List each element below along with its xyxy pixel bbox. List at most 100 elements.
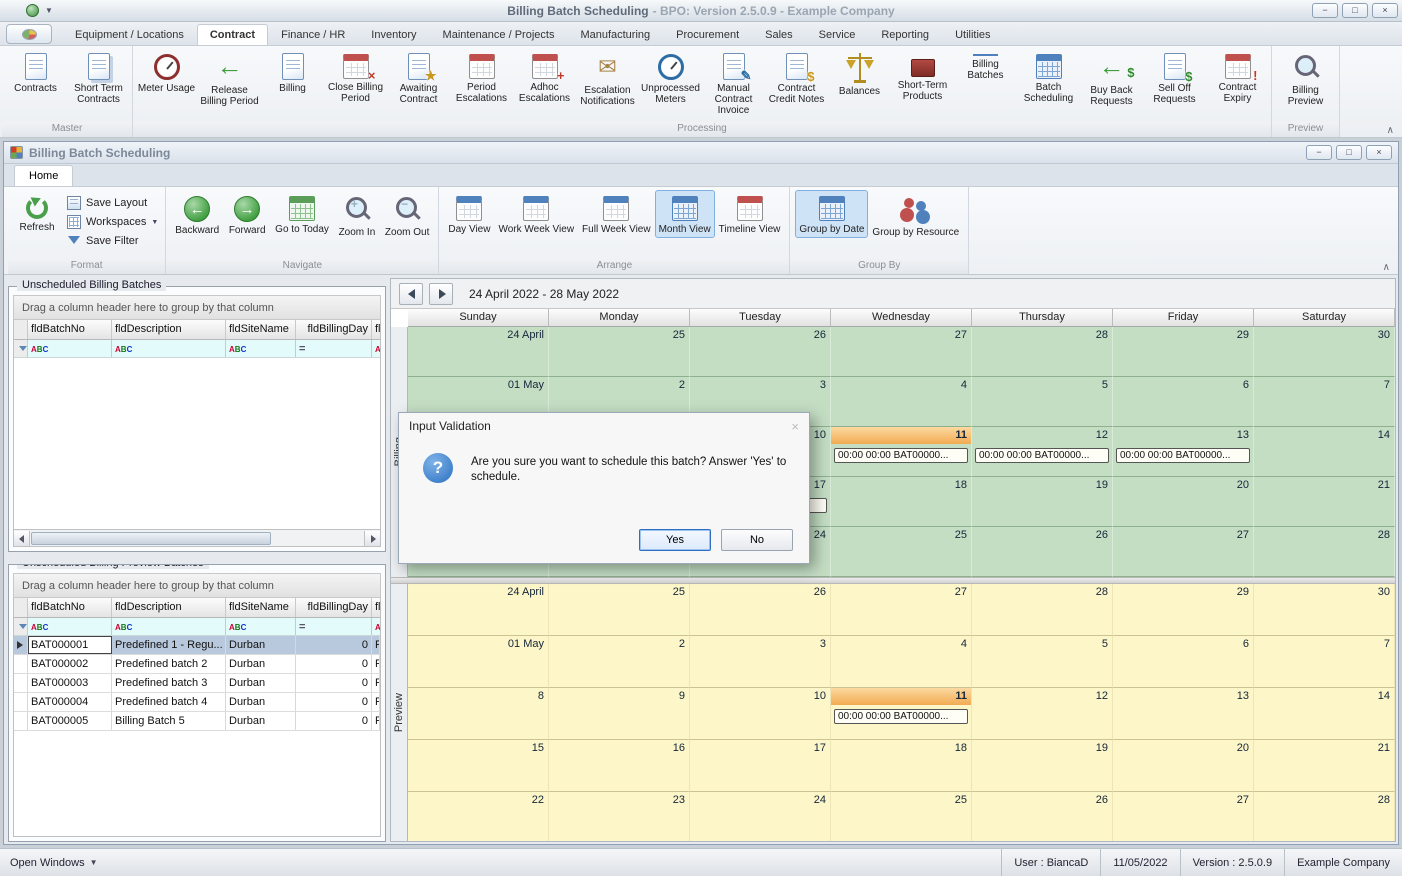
horizontal-scrollbar[interactable]	[13, 530, 381, 547]
tab-home[interactable]: Home	[14, 165, 74, 186]
contracts-button[interactable]: Contracts	[4, 48, 67, 94]
maximize-button[interactable]: □	[1342, 3, 1368, 18]
grid-row-BAT000003[interactable]: BAT000003Predefined batch 3Durban0PR	[14, 674, 380, 693]
calendar-prev-button[interactable]	[399, 282, 423, 305]
timeline-view-button[interactable]: Timeline View	[715, 190, 785, 238]
calendar-cell-billing-27[interactable]: 27	[1113, 527, 1254, 577]
calendar-event[interactable]: 00:00 00:00 BAT00000...	[834, 709, 968, 724]
ribbon-tab-utilities[interactable]: Utilities	[942, 24, 1003, 45]
column-header-fldbatchno[interactable]: fldBatchNo	[28, 320, 112, 339]
grid-cell[interactable]: 0	[296, 693, 372, 711]
ribbon-tab-service[interactable]: Service	[806, 24, 869, 45]
short-term-products-button[interactable]: Short-Term Products	[891, 48, 954, 102]
calendar-cell-preview-26[interactable]: 26	[690, 584, 831, 636]
calendar-cell-billing-25[interactable]: 25	[831, 527, 972, 577]
calendar-cell-preview-17[interactable]: 17	[690, 740, 831, 792]
work-week-view-button[interactable]: Work Week View	[494, 190, 578, 238]
grid-cell[interactable]: BAT000002	[28, 655, 112, 673]
adhoc-escalations-button[interactable]: Adhoc Escalations	[513, 48, 576, 104]
close-billing-period-button[interactable]: Close Billing Period	[324, 48, 387, 104]
calendar-cell-billing-14[interactable]: 14	[1254, 427, 1395, 477]
calendar-cell-billing-19[interactable]: 19	[972, 477, 1113, 527]
batch-scheduling-button[interactable]: Batch Scheduling	[1017, 48, 1080, 104]
inner-maximize-button[interactable]: □	[1336, 145, 1362, 160]
awaiting-contract-button[interactable]: Awaiting Contract	[387, 48, 450, 105]
quick-access-caret-icon[interactable]: ▼	[45, 6, 53, 15]
workspaces-button[interactable]: Workspaces ▼	[67, 215, 158, 229]
full-week-view-button[interactable]: Full Week View	[578, 190, 655, 238]
calendar-cell-preview-15[interactable]: 15	[408, 740, 549, 792]
grid-cell[interactable]: Predefined batch 4	[112, 693, 226, 711]
ribbon-tab-reporting[interactable]: Reporting	[868, 24, 942, 45]
yes-button[interactable]: Yes	[639, 529, 711, 551]
grid-cell[interactable]: BAT000001	[28, 636, 112, 654]
calendar-event[interactable]: 00:00 00:00 BAT00000...	[1116, 448, 1250, 463]
calendar-splitter[interactable]	[391, 577, 1395, 584]
ribbon-tab-contract[interactable]: Contract	[196, 24, 269, 45]
calendar-cell-preview-23[interactable]: 23	[549, 792, 690, 841]
meter-usage-button[interactable]: Meter Usage	[135, 48, 198, 94]
calendar-cell-preview-18[interactable]: 18	[831, 740, 972, 792]
grid-cell[interactable]: 0	[296, 655, 372, 673]
calendar-cell-billing-25[interactable]: 25	[549, 327, 690, 377]
calendar-cell-preview-25[interactable]: 25	[831, 792, 972, 841]
inner-minimize-button[interactable]: −	[1306, 145, 1332, 160]
calendar-cell-preview-28[interactable]: 28	[1254, 792, 1395, 841]
grid-cell[interactable]: 0	[296, 636, 372, 654]
sell-off-requests-button[interactable]: Sell Off Requests	[1143, 48, 1206, 105]
save-layout-button[interactable]: Save Layout	[67, 196, 158, 210]
calendar-cell-billing-28[interactable]: 28	[972, 327, 1113, 377]
grid-cell[interactable]: Predefined batch 3	[112, 674, 226, 692]
quick-access-icon[interactable]	[26, 4, 39, 17]
calendar-cell-preview-7[interactable]: 7	[1254, 636, 1395, 688]
calendar-cell-billing-20[interactable]: 20	[1113, 477, 1254, 527]
contract-expiry-button[interactable]: Contract Expiry	[1206, 48, 1269, 104]
filter-cell[interactable]: ABC	[112, 618, 226, 635]
calendar-cell-preview-14[interactable]: 14	[1254, 688, 1395, 740]
column-header-fldsitename[interactable]: fldSiteName	[226, 320, 296, 339]
calendar-cell-preview-3[interactable]: 3	[690, 636, 831, 688]
group-by-drop-area[interactable]: Drag a column header here to group by th…	[13, 573, 381, 598]
group-by-date-button[interactable]: Group by Date	[795, 190, 869, 238]
release-billing-period-button[interactable]: ← Release Billing Period	[198, 48, 261, 107]
calendar-cell-billing-13[interactable]: 13 00:00 00:00 BAT00000...	[1113, 427, 1254, 477]
day-view-button[interactable]: Day View	[444, 190, 494, 238]
grid-cell[interactable]: Durban	[226, 693, 296, 711]
filter-cell[interactable]: ABC	[28, 340, 112, 357]
filter-cell[interactable]: ABC	[226, 340, 296, 357]
ribbon-tab-inventory[interactable]: Inventory	[358, 24, 429, 45]
open-windows-button[interactable]: Open Windows ▼	[0, 857, 108, 869]
ribbon-tab-sales[interactable]: Sales	[752, 24, 806, 45]
calendar-next-button[interactable]	[429, 282, 453, 305]
calendar-cell-preview-2[interactable]: 2	[549, 636, 690, 688]
calendar-cell-preview-12[interactable]: 12	[972, 688, 1113, 740]
calendar-cell-billing-26[interactable]: 26	[972, 527, 1113, 577]
short-term-contracts-button[interactable]: Short Term Contracts	[67, 48, 130, 105]
filter-cell[interactable]: =	[296, 618, 372, 635]
calendar-cell-billing-26[interactable]: 26	[690, 327, 831, 377]
ribbon-tab-finance-hr[interactable]: Finance / HR	[268, 24, 358, 45]
grid-row-BAT000005[interactable]: BAT000005Billing Batch 5Durban0PR	[14, 712, 380, 731]
grid-cell[interactable]: PR	[372, 712, 380, 730]
inner-close-button[interactable]: ×	[1366, 145, 1392, 160]
grid-row-BAT000004[interactable]: BAT000004Predefined batch 4Durban0PR	[14, 693, 380, 712]
calendar-event[interactable]: 00:00 00:00 BAT00000...	[975, 448, 1109, 463]
filter-cell[interactable]: ABC	[28, 618, 112, 635]
calendar-cell-billing-28[interactable]: 28	[1254, 527, 1395, 577]
zoom-in-button[interactable]: + Zoom In	[333, 190, 381, 241]
grid-row-BAT000001[interactable]: BAT000001Predefined 1 - Regu...Durban0PR	[14, 636, 380, 655]
calendar-cell-preview-21[interactable]: 21	[1254, 740, 1395, 792]
calendar-cell-preview-4[interactable]: 4	[831, 636, 972, 688]
calendar-event[interactable]: 00:00 00:00 BAT00000...	[834, 448, 968, 463]
calendar-cell-preview-19[interactable]: 19	[972, 740, 1113, 792]
calendar-cell-preview-6[interactable]: 6	[1113, 636, 1254, 688]
calendar-cell-billing-11[interactable]: 11 00:00 00:00 BAT00000...	[831, 427, 972, 477]
unprocessed-meters-button[interactable]: Unprocessed Meters	[639, 48, 702, 105]
calendar-cell-preview-29[interactable]: 29	[1113, 584, 1254, 636]
calendar-cell-preview-16[interactable]: 16	[549, 740, 690, 792]
save-filter-button[interactable]: Save Filter	[67, 234, 158, 248]
column-header-fldbillingday[interactable]: fldBillingDay	[296, 598, 372, 617]
calendar-cell-billing-7[interactable]: 7	[1254, 377, 1395, 427]
calendar-cell-preview-9[interactable]: 9	[549, 688, 690, 740]
grid-cell[interactable]: PR	[372, 655, 380, 673]
